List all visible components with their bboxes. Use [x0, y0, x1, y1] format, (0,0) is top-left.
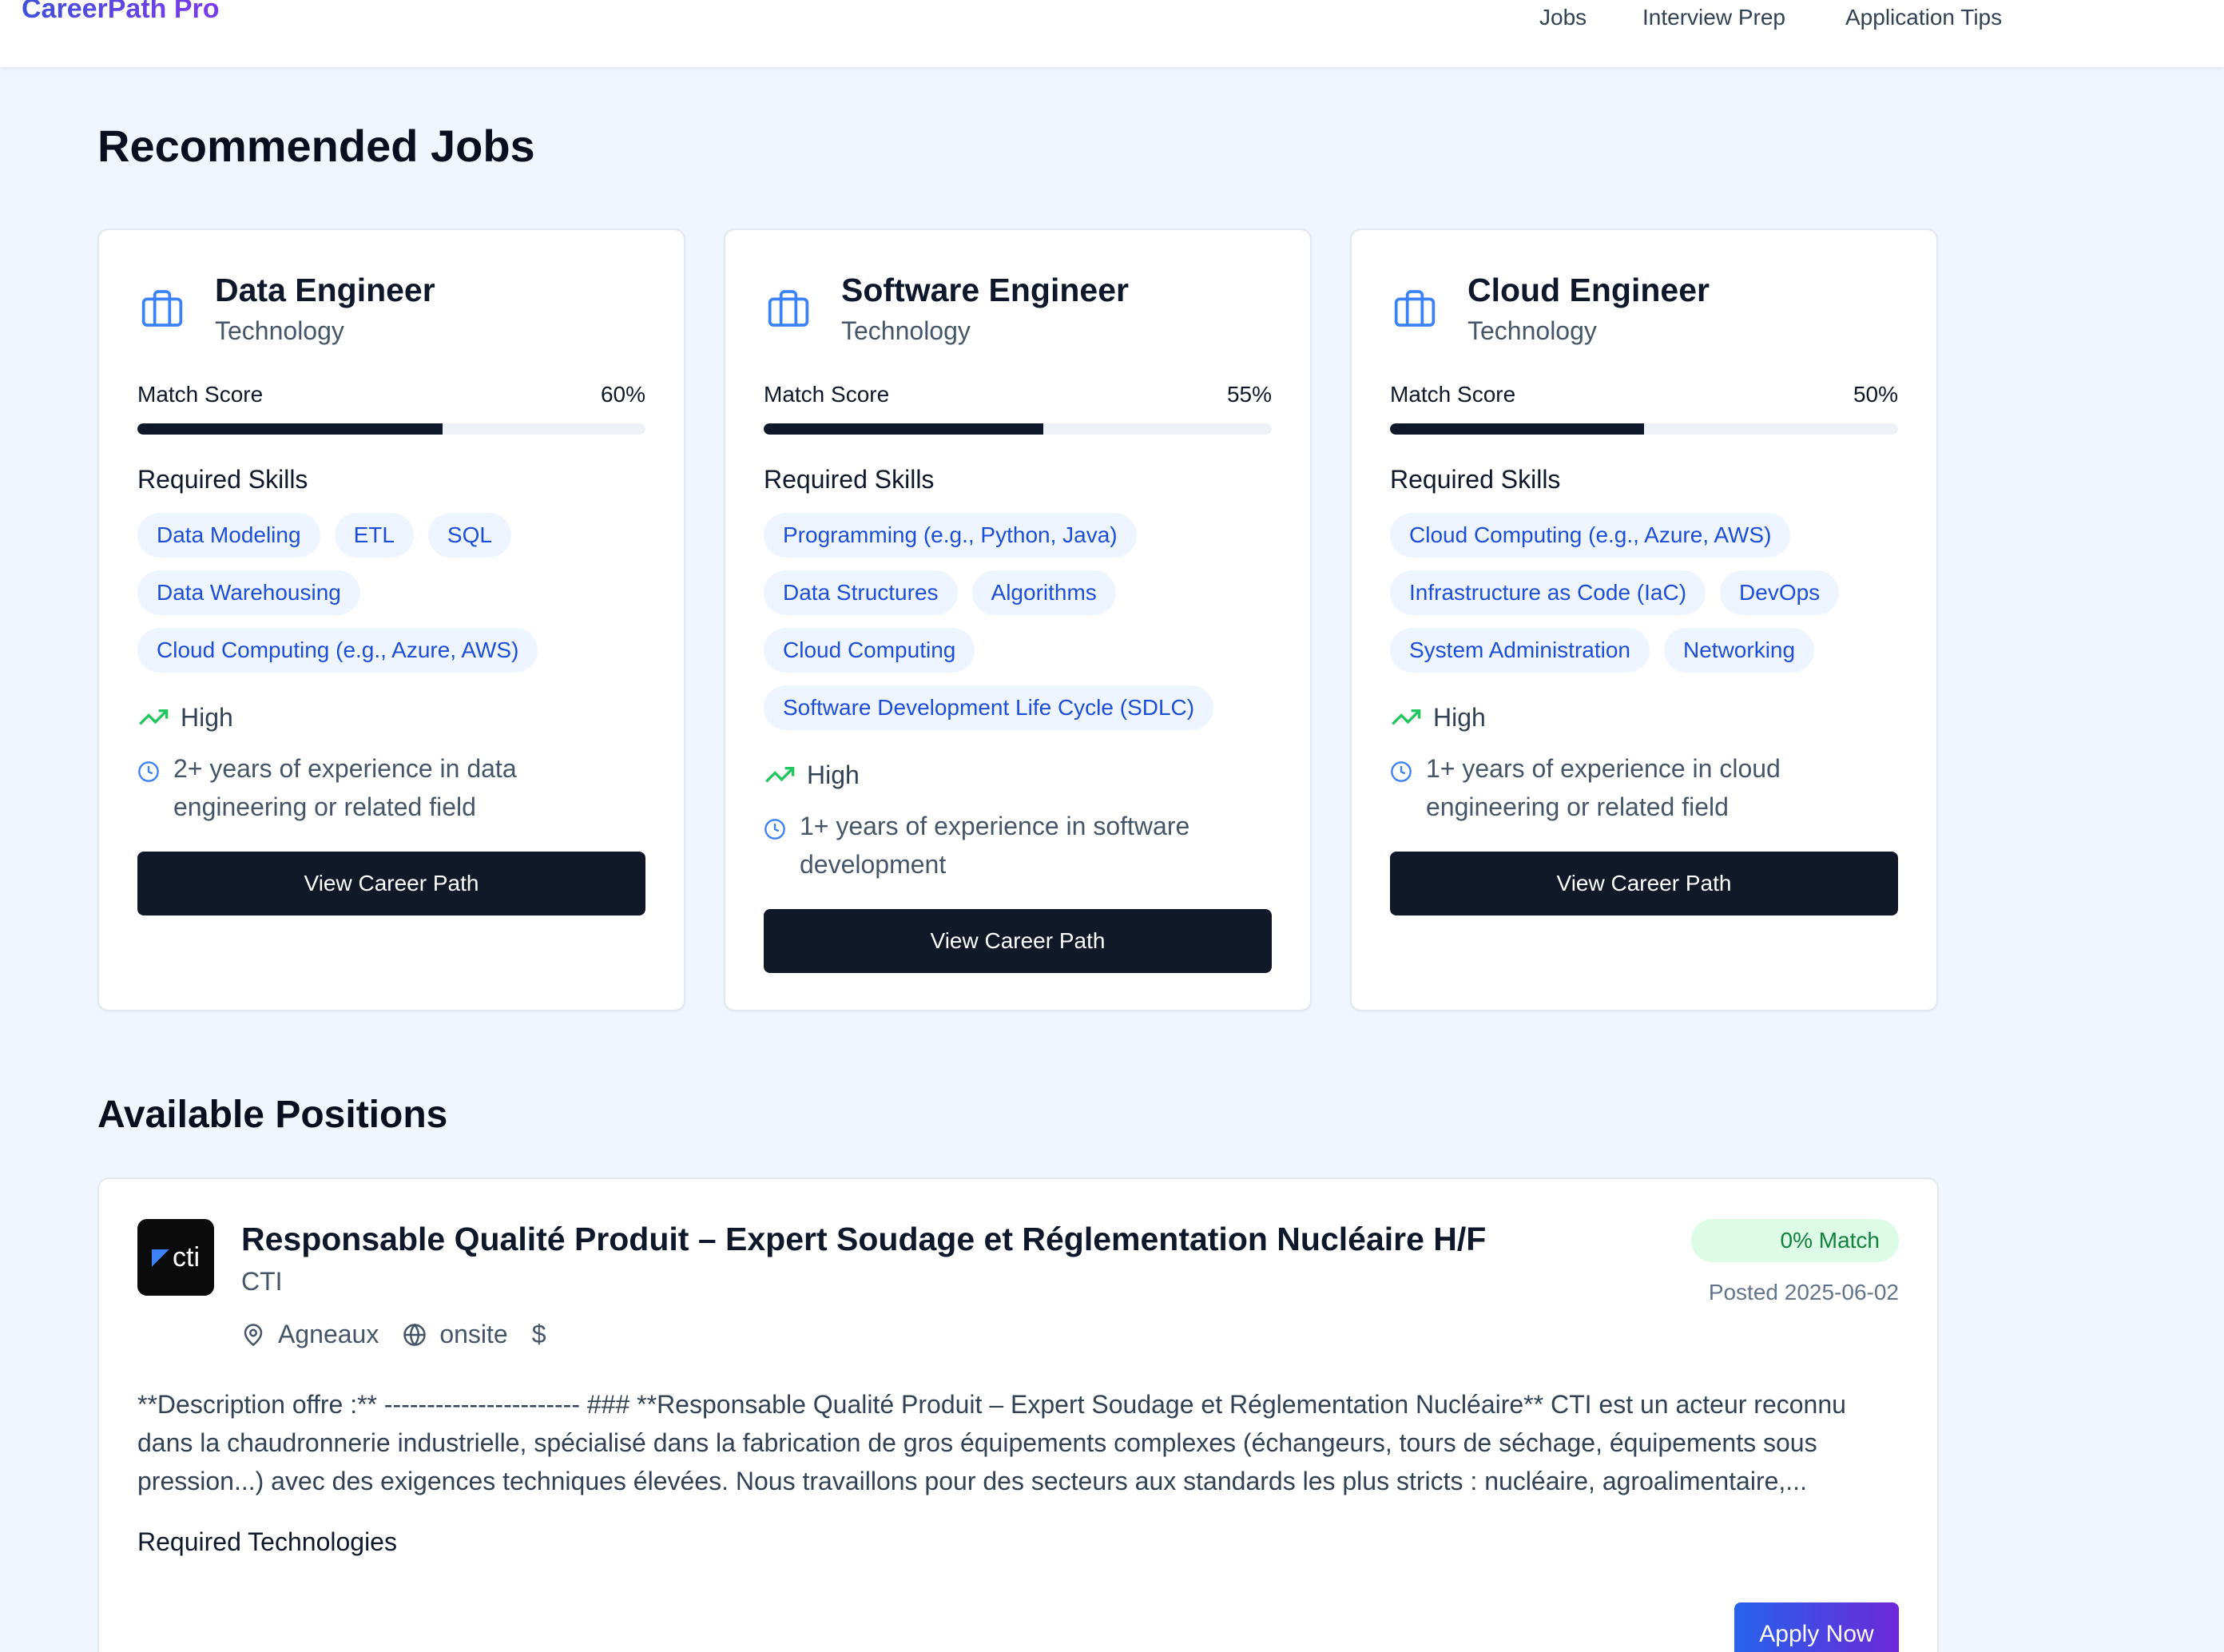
trending-up-icon — [765, 767, 795, 783]
match-badge: 0% Match — [1691, 1219, 1899, 1262]
logo-text: cti — [173, 1241, 200, 1273]
position-title[interactable]: Responsable Qualité Produit – Expert Sou… — [241, 1221, 1486, 1258]
company-logo: cti — [137, 1219, 214, 1296]
position-description: **Description offre :** ----------------… — [137, 1390, 1846, 1495]
skill-chip: Cloud Computing (e.g., Azure, AWS) — [1390, 513, 1791, 558]
brand-logo[interactable]: CareerPath Pro — [22, 0, 220, 25]
location-meta: Agneaux — [241, 1320, 379, 1349]
view-career-path-button[interactable]: View Career Path — [1390, 852, 1898, 915]
clock-icon — [764, 819, 785, 840]
skill-chip: SQL — [427, 513, 511, 558]
briefcase-icon — [141, 290, 183, 327]
nav-interview-prep[interactable]: Interview Prep — [1642, 5, 1785, 30]
demand-row: High — [137, 701, 233, 733]
skills-list: Data Modeling ETL SQL Data Warehousing C… — [137, 513, 649, 673]
trending-up-icon — [139, 709, 169, 725]
company-name: CTI — [241, 1267, 283, 1296]
match-score-bar-fill — [1390, 423, 1644, 435]
skill-chip: System Administration — [1390, 628, 1650, 673]
skill-chip: Algorithms — [971, 570, 1116, 615]
demand-level: High — [1433, 703, 1486, 732]
map-pin-icon — [244, 1323, 263, 1346]
match-score-bar — [764, 423, 1272, 435]
skill-chip: Cloud Computing — [764, 628, 975, 673]
required-skills-label: Required Skills — [137, 465, 308, 494]
match-score-label: Match Score — [137, 382, 264, 407]
clock-icon — [1391, 761, 1412, 782]
match-score-label: Match Score — [1390, 382, 1516, 407]
match-score-bar — [1390, 423, 1898, 435]
logo-mark-icon — [152, 1249, 169, 1267]
position-card: cti Responsable Qualité Produit – Expert… — [97, 1177, 1939, 1652]
available-positions-heading: Available Positions — [97, 1094, 448, 1136]
apply-now-button[interactable]: Apply Now — [1734, 1602, 1899, 1652]
salary-meta: $ — [532, 1320, 546, 1349]
job-title: Software Engineer — [841, 272, 1129, 308]
skill-chip: ETL — [334, 513, 414, 558]
skills-list: Programming (e.g., Python, Java) Data St… — [764, 513, 1275, 730]
work-mode-text: onsite — [439, 1320, 508, 1348]
skill-chip: DevOps — [1720, 570, 1840, 615]
demand-level: High — [181, 703, 233, 732]
demand-level: High — [807, 760, 860, 789]
experience-row: 2+ years of experience in data engineeri… — [137, 749, 621, 826]
job-title: Cloud Engineer — [1467, 272, 1710, 308]
skill-chip: Data Structures — [764, 570, 958, 615]
skill-chip: Data Modeling — [137, 513, 320, 558]
work-mode-meta: onsite — [403, 1320, 508, 1349]
view-career-path-button[interactable]: View Career Path — [764, 909, 1272, 973]
required-technologies-label: Required Technologies — [137, 1527, 397, 1556]
skill-chip: Programming (e.g., Python, Java) — [764, 513, 1137, 558]
match-score-value: 55% — [1226, 382, 1272, 407]
skills-list: Cloud Computing (e.g., Azure, AWS) Infra… — [1390, 513, 1901, 673]
job-title: Data Engineer — [215, 272, 435, 308]
experience-text: 1+ years of experience in cloud engineer… — [1426, 754, 1781, 821]
skill-chip: Data Warehousing — [137, 570, 360, 615]
dollar-icon: $ — [531, 1320, 546, 1348]
location-text: Agneaux — [278, 1320, 379, 1348]
job-card-software-engineer: Software Engineer Technology Match Score… — [724, 228, 1312, 1011]
nav-jobs[interactable]: Jobs — [1539, 5, 1587, 30]
demand-row: High — [764, 759, 860, 791]
globe-icon — [403, 1323, 427, 1346]
briefcase-icon — [1394, 290, 1436, 327]
job-card-cloud-engineer: Cloud Engineer Technology Match Score 50… — [1350, 228, 1938, 1011]
posted-date: Posted 2025-06-02 — [1708, 1280, 1899, 1305]
skill-chip: Infrastructure as Code (IaC) — [1390, 570, 1706, 615]
match-score-bar-fill — [764, 423, 1043, 435]
nav-application-tips[interactable]: Application Tips — [1845, 5, 2002, 30]
job-category: Technology — [841, 316, 971, 345]
match-score-bar-fill — [137, 423, 443, 435]
experience-row: 1+ years of experience in software devel… — [764, 807, 1247, 884]
job-category: Technology — [1467, 316, 1597, 345]
required-skills-label: Required Skills — [1390, 465, 1561, 494]
experience-text: 2+ years of experience in data engineeri… — [173, 754, 517, 821]
skill-chip: Networking — [1664, 628, 1815, 673]
experience-row: 1+ years of experience in cloud engineer… — [1390, 749, 1873, 826]
match-score-value: 60% — [600, 382, 645, 407]
required-skills-label: Required Skills — [764, 465, 935, 494]
briefcase-icon — [768, 290, 809, 327]
experience-text: 1+ years of experience in software devel… — [800, 812, 1190, 879]
match-score-label: Match Score — [764, 382, 890, 407]
skill-chip: Cloud Computing (e.g., Azure, AWS) — [137, 628, 538, 673]
view-career-path-button[interactable]: View Career Path — [137, 852, 645, 915]
trending-up-icon — [1392, 709, 1421, 725]
match-score-value: 50% — [1853, 382, 1898, 407]
skill-chip: Software Development Life Cycle (SDLC) — [764, 685, 1214, 730]
demand-row: High — [1390, 701, 1486, 733]
clock-icon — [138, 761, 159, 782]
recommended-jobs-heading: Recommended Jobs — [97, 121, 535, 171]
job-card-data-engineer: Data Engineer Technology Match Score 60%… — [97, 228, 685, 1011]
top-navigation-bar: CareerPath Pro Jobs Interview Prep Appli… — [0, 0, 2224, 67]
position-meta: Agneaux onsite $ — [241, 1320, 570, 1349]
match-score-bar — [137, 423, 645, 435]
job-category: Technology — [215, 316, 344, 345]
